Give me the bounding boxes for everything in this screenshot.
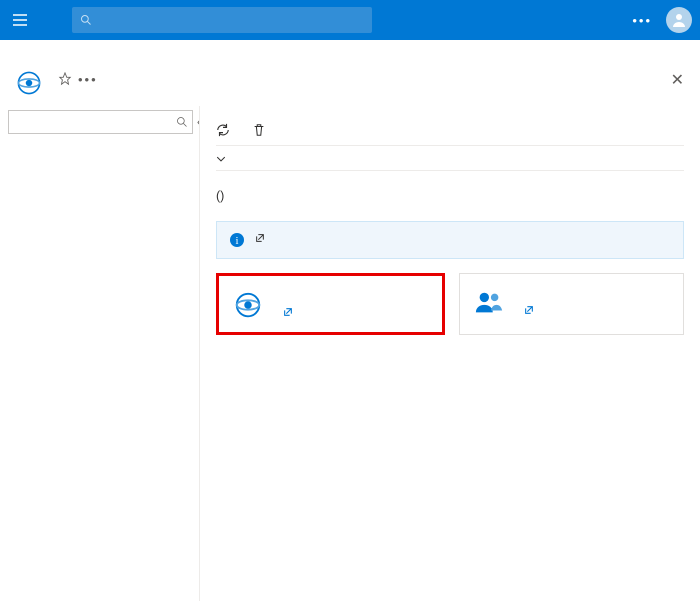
more-menu-button[interactable]: ••• — [632, 13, 652, 28]
info-banner: i — [216, 221, 684, 259]
trash-icon — [252, 123, 266, 137]
learn-more-link[interactable] — [255, 232, 265, 246]
resource-sidebar: « — [0, 106, 200, 601]
person-icon — [671, 12, 687, 28]
close-blade-button[interactable]: ✕ — [671, 70, 684, 90]
open-portal-card — [216, 273, 445, 335]
global-menu-button[interactable] — [8, 8, 32, 32]
info-icon: i — [229, 232, 245, 248]
purview-icon — [16, 70, 42, 96]
refresh-icon — [216, 123, 230, 137]
refresh-button[interactable] — [216, 123, 236, 137]
global-search-input[interactable] — [72, 7, 372, 33]
search-icon — [80, 14, 92, 26]
pin-button[interactable] — [58, 72, 72, 87]
access-control-link[interactable] — [520, 305, 534, 315]
account-avatar[interactable] — [666, 7, 692, 33]
users-icon — [474, 288, 508, 318]
external-link-icon — [524, 305, 534, 315]
title-more-button[interactable]: ••• — [78, 72, 98, 87]
breadcrumb — [0, 40, 700, 66]
search-icon — [176, 116, 188, 128]
chevron-down-icon[interactable] — [216, 154, 226, 164]
delete-button[interactable] — [252, 123, 272, 137]
purview-icon — [233, 290, 267, 320]
svg-text:i: i — [235, 235, 238, 247]
open-portal-link[interactable] — [279, 307, 293, 317]
sidebar-search-input[interactable] — [8, 110, 193, 134]
manage-users-card — [459, 273, 684, 335]
external-link-icon — [283, 307, 293, 317]
